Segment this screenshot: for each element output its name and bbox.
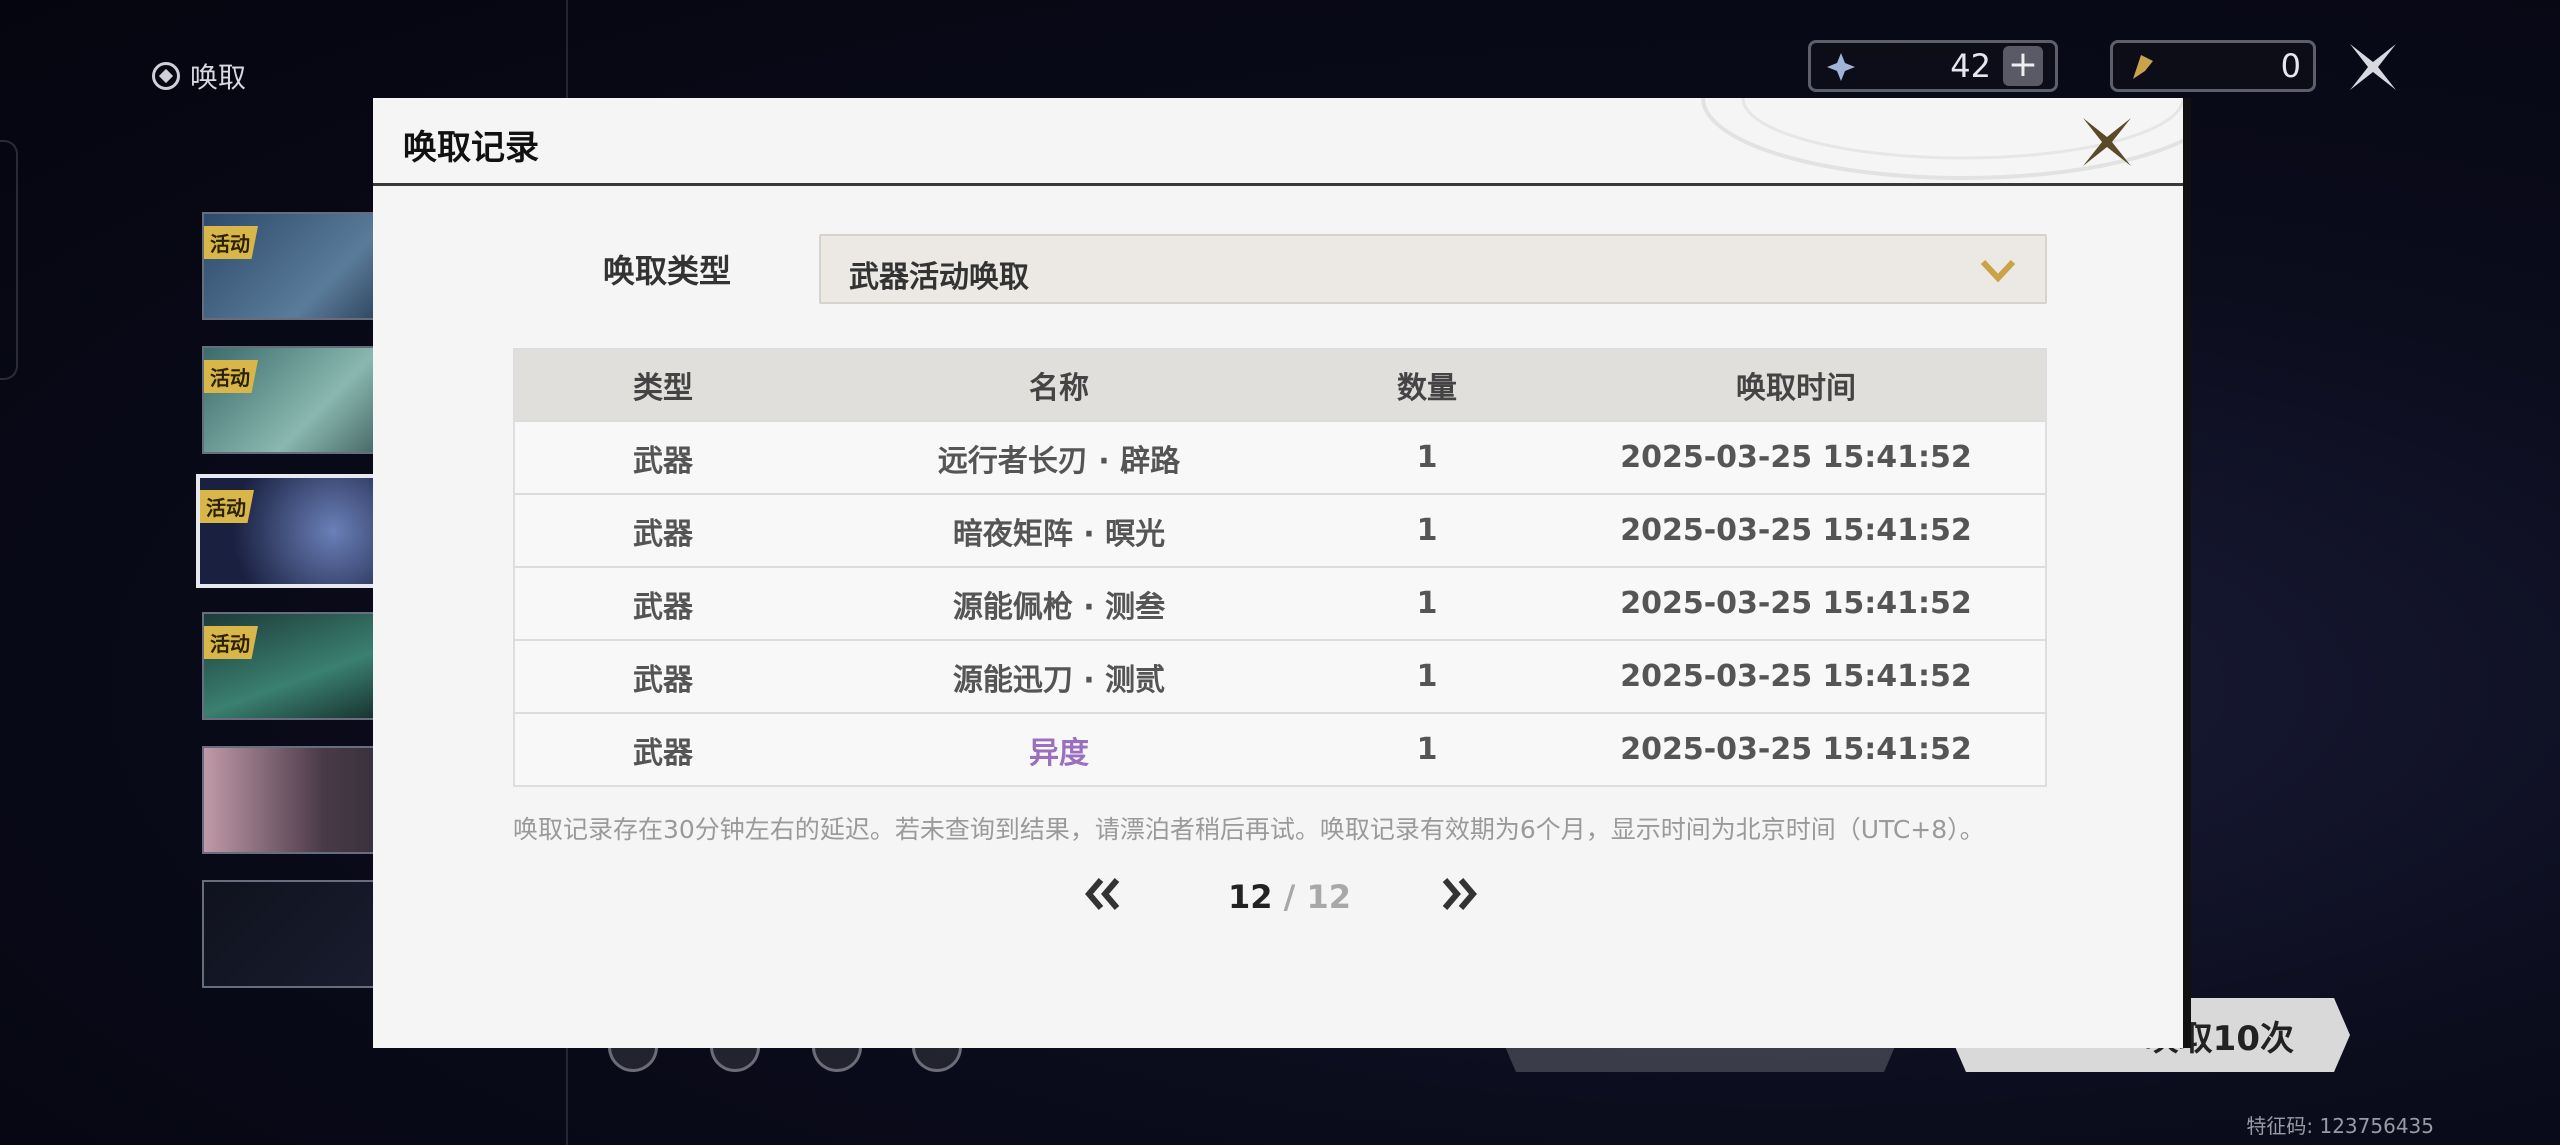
astrite-counter: 42 + (1808, 40, 2058, 92)
uid-text: 特征码: 123756435 (2246, 1114, 2434, 1138)
cell-time: 2025-03-25 15:41:52 (1620, 732, 1972, 767)
cell-name: 暗夜矩阵 · 暝光 (952, 516, 1166, 552)
forging-tide-icon (2133, 55, 2153, 79)
modal-title: 唤取记录 (403, 128, 539, 168)
page-indicator: 12 / 12 (1228, 878, 1351, 916)
cell-time: 2025-03-25 15:41:52 (1620, 586, 1972, 621)
table-row: 武器 远行者长刃 · 辟路 1 2025-03-25 15:41:52 (515, 420, 2045, 493)
cell-type: 武器 (633, 516, 693, 552)
page-title: 唤取 (152, 56, 246, 96)
side-drawer-handle[interactable] (0, 140, 18, 380)
tide-counter: 0 (2110, 40, 2316, 92)
column-header-type: 类型 (633, 371, 693, 406)
cell-type: 武器 (633, 443, 693, 479)
page-separator: / (1272, 878, 1307, 916)
modal-header: 唤取记录 (373, 98, 2183, 186)
banner-tag: 活动 (200, 490, 254, 523)
cell-qty: 1 (1416, 586, 1438, 621)
column-header-qty: 数量 (1397, 371, 1457, 406)
cell-qty: 1 (1416, 440, 1438, 475)
column-header-time: 唤取时间 (1736, 371, 1856, 406)
cell-type: 武器 (633, 662, 693, 698)
cell-name: 远行者长刃 · 辟路 (937, 443, 1181, 479)
cell-qty: 1 (1416, 513, 1438, 548)
banner-tag: 活动 (204, 626, 258, 659)
page-next-icon[interactable] (1437, 874, 1481, 914)
page-title-text: 唤取 (190, 61, 247, 94)
cell-time: 2025-03-25 15:41:52 (1620, 440, 1972, 475)
cell-name-rare: 异度 (1029, 735, 1089, 771)
history-table: 类型 名称 数量 唤取时间 武器 远行者长刃 · 辟路 1 2025-03-25… (513, 348, 2047, 787)
astrite-value: 42 (1950, 47, 1991, 85)
convene-type-label: 唤取类型 (603, 252, 732, 290)
cell-type: 武器 (633, 589, 693, 625)
page-total: 12 (1306, 878, 1352, 916)
close-icon[interactable] (2079, 114, 2135, 170)
chevron-down-icon (1980, 259, 2016, 283)
convene-type-value: 武器活动唤取 (849, 260, 1029, 295)
table-row: 武器 源能迅刀 · 测贰 1 2025-03-25 15:41:52 (515, 639, 2045, 712)
convene-icon (152, 62, 180, 90)
page-prev-icon[interactable] (1081, 874, 1125, 914)
exit-icon[interactable] (2346, 40, 2400, 94)
cell-name: 源能迅刀 · 测贰 (952, 662, 1166, 698)
add-currency-button[interactable]: + (2003, 46, 2043, 86)
banner-tag: 活动 (204, 226, 258, 259)
cell-type: 武器 (633, 735, 693, 771)
cell-qty: 1 (1416, 659, 1438, 694)
cell-name: 源能佩枪 · 测叁 (952, 589, 1166, 625)
table-row: 武器 源能佩枪 · 测叁 1 2025-03-25 15:41:52 (515, 566, 2045, 639)
tide-value: 0 (2280, 47, 2301, 85)
table-row: 武器 暗夜矩阵 · 暝光 1 2025-03-25 15:41:52 (515, 493, 2045, 566)
pagination: 12 / 12 (373, 868, 2183, 928)
column-header-name: 名称 (1029, 371, 1089, 406)
astrite-icon (1827, 53, 1855, 81)
table-header: 类型 名称 数量 唤取时间 (515, 350, 2045, 420)
cell-time: 2025-03-25 15:41:52 (1620, 513, 1972, 548)
cell-time: 2025-03-25 15:41:52 (1620, 659, 1972, 694)
table-row: 武器 异度 1 2025-03-25 15:41:52 (515, 712, 2045, 785)
page-current: 12 (1228, 878, 1273, 916)
cell-qty: 1 (1416, 732, 1438, 767)
delay-note: 唤取记录存在30分钟左右的延迟。若未查询到结果，请漂泊者稍后再试。唤取记录有效期… (513, 815, 1985, 844)
convene-history-modal: 唤取记录 唤取类型 武器活动唤取 类型 名称 数量 唤取时间 武器 远行者长刃 … (373, 98, 2191, 1048)
convene-type-select[interactable]: 武器活动唤取 (819, 234, 2047, 304)
banner-tag: 活动 (204, 360, 258, 393)
